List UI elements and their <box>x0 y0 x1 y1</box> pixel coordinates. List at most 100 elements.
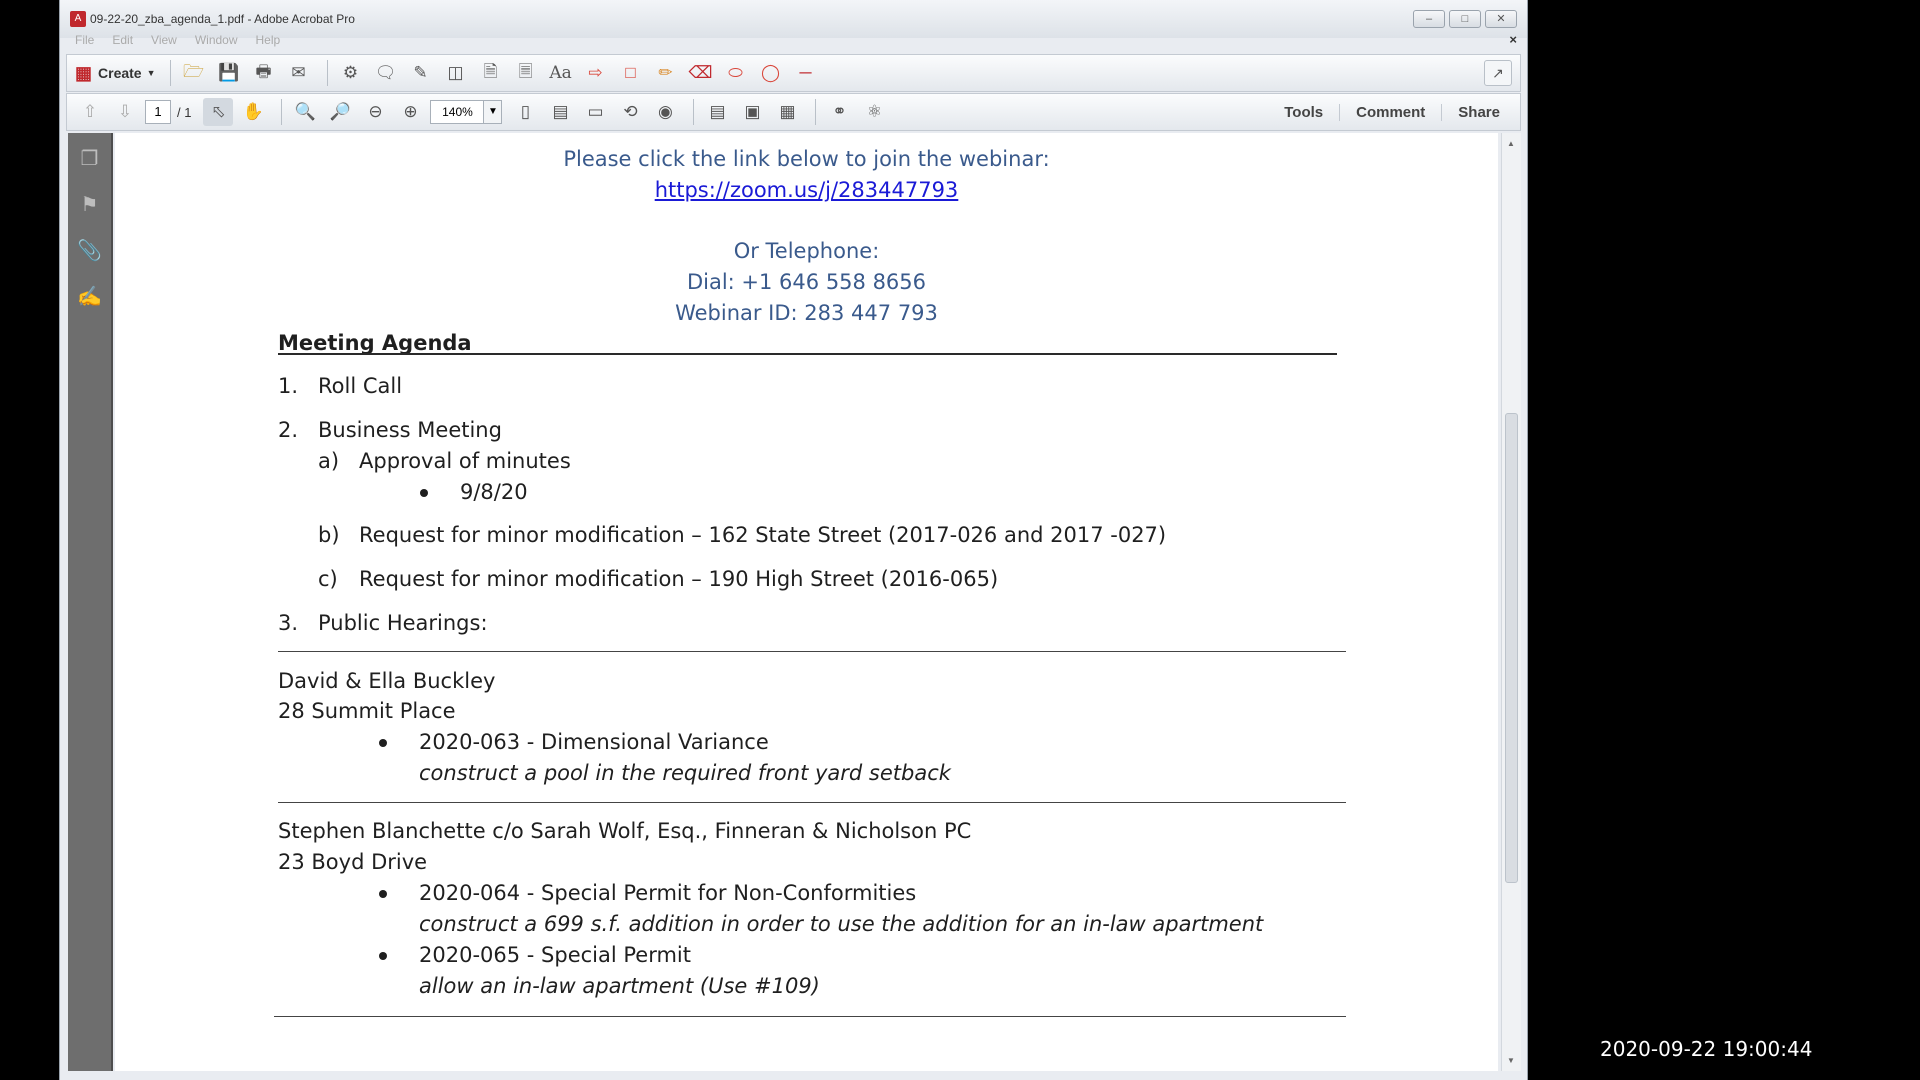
acrobat-window: A 09-22-20_zba_agenda_1.pdf - Adobe Acro… <box>59 0 1528 1080</box>
rectangle-tool-icon[interactable]: □ <box>616 59 646 87</box>
full-screen-icon[interactable]: ▣ <box>737 98 767 126</box>
recording-timestamp: 2020-09-22 19:00:44 <box>1600 1037 1813 1061</box>
scroll-up-icon[interactable]: ▲ <box>1507 139 1515 148</box>
menu-bar: File Edit View Window Help × <box>60 30 1527 50</box>
zoom-in-icon[interactable]: ⊕ <box>395 98 425 126</box>
toolbar-divider <box>281 99 283 125</box>
page-number-input[interactable]: 1 <box>145 100 171 124</box>
create-button[interactable]: ▦ Create ▼ <box>75 63 156 84</box>
webinar-intro: Please click the link below to join the … <box>563 147 1050 171</box>
window-controls: – □ ✕ <box>1413 10 1517 28</box>
text-edit-icon[interactable]: Aa <box>546 59 576 87</box>
hearing-case: 2020-064 - Special Permit for Non-Confor… <box>419 881 917 905</box>
print-icon[interactable]: 🖶 <box>249 59 279 87</box>
item-roll-call: Roll Call <box>318 374 403 398</box>
hand-tool-icon[interactable]: ✋ <box>238 98 268 126</box>
bullet-icon <box>379 890 387 898</box>
highlight-text-icon[interactable]: ✎ <box>406 59 436 87</box>
dynamic-zoom-icon[interactable]: 🔎 <box>325 98 355 126</box>
oval-tool-icon[interactable]: ◯ <box>756 59 786 87</box>
line-tool-icon[interactable]: ─ <box>791 59 821 87</box>
menu-edit[interactable]: Edit <box>112 33 133 47</box>
create-icon: ▦ <box>75 62 93 83</box>
sub-item-letter: c) <box>318 567 338 591</box>
menu-file[interactable]: File <box>75 33 94 47</box>
telephone-heading: Or Telephone: <box>733 239 880 263</box>
fit-width-icon[interactable]: ▭ <box>580 98 610 126</box>
rotate-view-icon[interactable]: ⟲ <box>615 98 645 126</box>
fit-page-icon[interactable]: ▤ <box>545 98 575 126</box>
attach-file-icon[interactable]: 🗎 <box>476 59 506 87</box>
hearing-divider <box>274 1016 1346 1017</box>
tab-tools[interactable]: Tools <box>1268 104 1339 121</box>
hearing-applicant: David & Ella Buckley <box>278 669 496 693</box>
maximize-button[interactable]: □ <box>1449 10 1481 28</box>
scrollbar-thumb[interactable] <box>1505 413 1518 883</box>
sub-item-letter: b) <box>318 523 340 547</box>
eraser-tool-icon[interactable]: ⌫ <box>686 59 716 87</box>
hearing-case: 2020-063 - Dimensional Variance <box>419 730 769 754</box>
read-mode-icon[interactable]: ⚭ <box>824 98 854 126</box>
page-total: / 1 <box>177 104 192 120</box>
webinar-link-wrap: https://zoom.us/j/283447793 <box>115 178 1498 202</box>
menu-window[interactable]: Window <box>195 33 238 47</box>
marquee-zoom-icon[interactable]: 🔍 <box>290 98 320 126</box>
toolbar-divider <box>326 60 328 86</box>
save-icon[interactable]: 💾 <box>214 59 244 87</box>
item-business-meeting: Business Meeting <box>318 418 502 442</box>
item-number: 2. <box>278 418 299 442</box>
comment-bubble-icon[interactable]: 🗨 <box>371 59 401 87</box>
page-thumbnails-icon[interactable]: ▦ <box>772 98 802 126</box>
page-thumbnails-nav-icon[interactable]: ❐ <box>76 145 104 173</box>
webinar-id: Webinar ID: 283 447 793 <box>675 301 938 325</box>
vertical-scrollbar[interactable]: ▲ ▼ <box>1501 133 1521 1071</box>
zoom-level-input[interactable]: 140% <box>430 100 485 124</box>
cloud-tool-icon[interactable]: ⬭ <box>721 59 751 87</box>
minutes-date: 9/8/20 <box>460 480 528 504</box>
main-toolbar: ▦ Create ▼ 🗁 💾 🖶 ✉ ⚙ 🗨 ✎ ◫ 🗎 🗏 Aa ⇨ □ ✏ … <box>66 54 1521 92</box>
bullet-icon <box>379 739 387 747</box>
bookmarks-nav-icon[interactable]: ⚑ <box>76 191 104 219</box>
arrow-tool-icon[interactable]: ⇨ <box>581 59 611 87</box>
chevron-down-icon: ▼ <box>146 68 156 78</box>
navigation-toolbar: ⇧ ⇩ 1 / 1 ⬁ ✋ 🔍 🔎 ⊖ ⊕ 140% ▼ ▯ ▤ ▭ ⟲ ◉ ▤… <box>66 93 1521 131</box>
tab-comment[interactable]: Comment <box>1339 103 1441 121</box>
tab-share[interactable]: Share <box>1441 103 1516 121</box>
open-folder-icon[interactable]: 🗁 <box>179 59 209 87</box>
pencil-tool-icon[interactable]: ✏ <box>651 59 681 87</box>
sub-item-letter: a) <box>318 449 340 473</box>
loupe-tool-icon[interactable]: ◉ <box>650 98 680 126</box>
menu-view[interactable]: View <box>151 33 177 47</box>
item-number: 1. <box>278 374 299 398</box>
close-document-icon[interactable]: × <box>1509 32 1517 47</box>
scroll-down-icon[interactable]: ▼ <box>1507 1056 1515 1065</box>
signatures-nav-icon[interactable]: ✍ <box>76 283 104 311</box>
zoom-out-icon[interactable]: ⊖ <box>360 98 390 126</box>
email-icon[interactable]: ✉ <box>284 59 314 87</box>
menu-help[interactable]: Help <box>256 33 281 47</box>
hearing-case-description: construct a 699 s.f. addition in order t… <box>419 912 1264 936</box>
attachments-nav-icon[interactable]: 📎 <box>76 237 104 265</box>
navigation-pane: ❐ ⚑ 📎 ✍ <box>68 133 113 1071</box>
share-icon[interactable]: ⚛ <box>859 98 889 126</box>
previous-page-icon[interactable]: ⇧ <box>75 98 105 126</box>
dial-number: Dial: +1 646 558 8656 <box>686 270 927 294</box>
close-window-button[interactable]: ✕ <box>1485 10 1517 28</box>
actual-size-icon[interactable]: ▯ <box>510 98 540 126</box>
expand-icon[interactable]: ↗ <box>1484 60 1512 86</box>
single-page-icon[interactable]: ▤ <box>702 98 732 126</box>
stamp-icon[interactable]: ◫ <box>441 59 471 87</box>
select-tool-icon[interactable]: ⬁ <box>203 98 234 126</box>
zoom-dropdown-icon[interactable]: ▼ <box>484 100 503 124</box>
document-page: Please click the link below to join the … <box>115 133 1498 1071</box>
next-page-icon[interactable]: ⇩ <box>110 98 140 126</box>
webinar-link[interactable]: https://zoom.us/j/283447793 <box>655 178 959 202</box>
sub-item-approval: Approval of minutes <box>359 449 571 473</box>
toolbar-divider <box>815 99 817 125</box>
sign-document-icon[interactable]: 🗏 <box>511 59 541 87</box>
hearing-case-description: allow an in-law apartment (Use #109) <box>419 974 820 998</box>
settings-gear-icon[interactable]: ⚙ <box>336 59 366 87</box>
pdf-app-icon: A <box>70 11 86 27</box>
window-title: 09-22-20_zba_agenda_1.pdf - Adobe Acroba… <box>90 12 355 26</box>
minimize-button[interactable]: – <box>1413 10 1445 28</box>
